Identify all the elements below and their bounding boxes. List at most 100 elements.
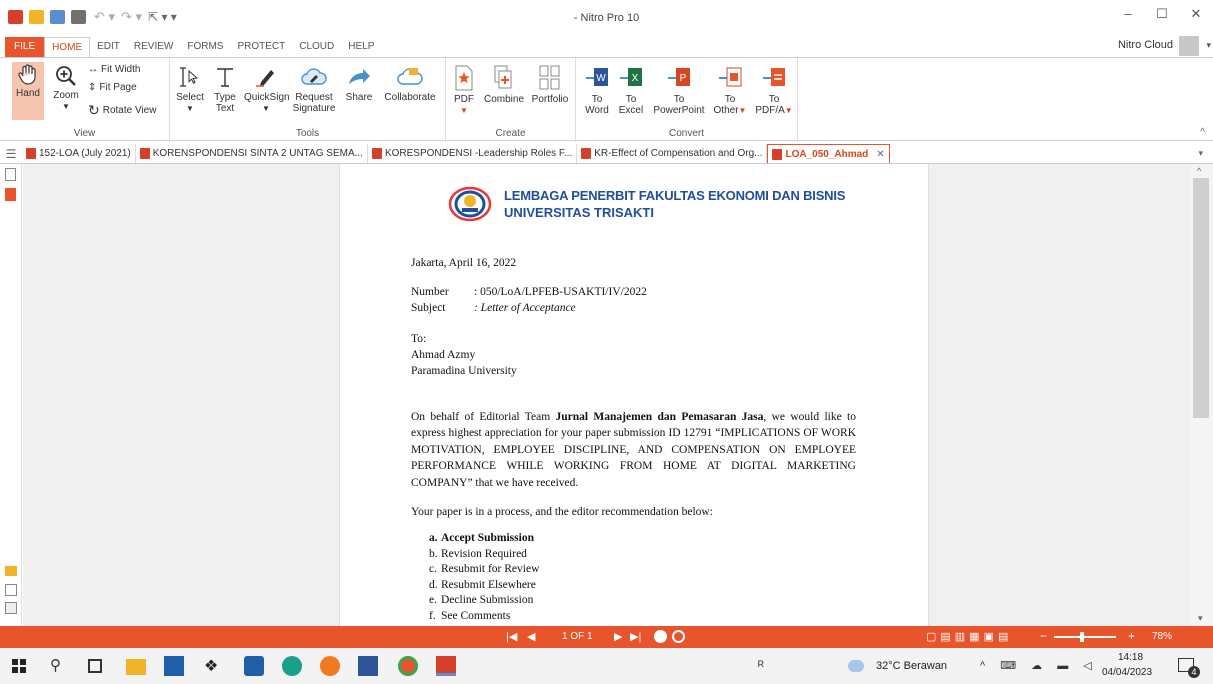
tab-file[interactable]: FILE — [5, 37, 45, 57]
window-controls: – ☐ ✕ — [1111, 6, 1213, 22]
search-icon[interactable]: ⚲ — [50, 656, 70, 676]
tabs-overflow-icon[interactable]: ▾ — [1198, 148, 1203, 159]
close-button[interactable]: ✕ — [1179, 6, 1213, 22]
weather-text[interactable]: 32°C Berawan — [876, 660, 947, 672]
people-icon[interactable]: ᴿ — [758, 658, 764, 673]
share-button[interactable]: Share — [342, 64, 376, 103]
to-other-button[interactable]: To Other▼ — [710, 64, 750, 116]
view-mode-icons[interactable]: ▢▤▥▦▣▤ — [926, 630, 1012, 643]
zoom-in-icon[interactable]: + — [1128, 629, 1135, 643]
page-indicator[interactable]: 1 OF 1 — [562, 631, 593, 642]
quicksign-button[interactable]: QuickSign ▼ — [244, 64, 290, 114]
zoom-slider[interactable] — [1054, 636, 1116, 638]
to-excel-label-1: To — [625, 94, 637, 105]
scroll-thumb[interactable] — [1193, 178, 1209, 418]
request-signature-button[interactable]: Request Signature — [290, 64, 338, 114]
nitro-cloud-account[interactable]: Nitro Cloud — [1118, 39, 1173, 51]
select-button[interactable]: Select ▼ — [172, 64, 208, 114]
to-other-label-2: Other — [713, 105, 739, 116]
list-mark: b. — [429, 547, 438, 560]
document-list-icon[interactable]: ☰ — [0, 147, 22, 161]
tab-label: KR-Effect of Compensation and Org... — [594, 148, 763, 159]
fit-width-button[interactable]: ↔ Fit Width — [88, 64, 140, 75]
collapse-ribbon-icon[interactable]: ^ — [1200, 127, 1205, 138]
scroll-down-icon[interactable]: ▾ — [1198, 613, 1203, 624]
pdf-button[interactable]: PDF ▼ — [452, 64, 476, 116]
last-page-icon[interactable]: ▶| — [630, 630, 641, 643]
body-prefix: On behalf of Editorial Team — [411, 411, 556, 423]
tab-label: LOA_050_Ahmad — [785, 148, 869, 160]
fit-width-icon: ↔ — [88, 64, 98, 75]
zoom-out-icon[interactable]: − — [1040, 629, 1047, 643]
document-tab[interactable]: KR-Effect of Compensation and Org... — [577, 144, 768, 163]
output-icon[interactable] — [5, 602, 17, 614]
to-excel-button[interactable]: X To Excel — [616, 64, 646, 116]
next-page-icon[interactable]: ▶ — [614, 630, 622, 643]
svg-text:W: W — [596, 73, 606, 84]
prev-page-icon[interactable]: ◀ — [527, 630, 535, 643]
recipient-name: Ahmad Azmy — [411, 349, 476, 361]
vertical-scrollbar[interactable]: ^ ▾ — [1191, 164, 1213, 626]
tab-home[interactable]: HOME — [44, 36, 91, 58]
to-word-button[interactable]: W To Word — [582, 64, 612, 116]
rotate-label: Rotate View — [102, 105, 157, 116]
zoom-button[interactable]: Zoom ▼ — [50, 64, 82, 112]
word-app-icon[interactable] — [358, 656, 378, 676]
rotate-view-button[interactable]: ↻ Rotate View — [88, 102, 156, 119]
close-tab-icon[interactable]: ✕ — [876, 149, 884, 160]
attachments-icon[interactable] — [5, 584, 17, 596]
dropbox-icon[interactable]: ❖ — [204, 656, 224, 676]
comments-icon[interactable] — [5, 566, 17, 576]
document-viewer[interactable]: LEMBAGA PENERBIT FAKULTAS EKONOMI DAN BI… — [23, 164, 1191, 626]
tab-protect[interactable]: PROTECT — [230, 37, 292, 57]
document-tab[interactable]: 152-LOA (July 2021) — [22, 144, 136, 163]
forward-icon[interactable] — [672, 630, 685, 643]
avatar[interactable] — [1179, 36, 1199, 56]
to-powerpoint-button[interactable]: P To PowerPoint — [650, 64, 708, 116]
hand-button[interactable]: Hand — [12, 62, 44, 120]
collaborate-button[interactable]: Collaborate — [380, 64, 440, 103]
clock-time[interactable]: 14:18 — [1118, 652, 1143, 663]
document-tab[interactable]: KORESPONDENSI -Leadership Roles F... — [368, 144, 578, 163]
page-thumbnails-icon[interactable] — [5, 168, 16, 181]
portfolio-button[interactable]: Portfolio — [528, 64, 572, 105]
maximize-button[interactable]: ☐ — [1145, 6, 1179, 22]
hand-label: Hand — [16, 88, 40, 99]
combine-button[interactable]: Combine — [482, 64, 526, 105]
zoom-icon — [56, 66, 76, 86]
bookmarks-icon[interactable] — [5, 188, 16, 201]
type-text-button[interactable]: Type Text — [210, 64, 240, 114]
fit-page-button[interactable]: ⇕ Fit Page — [88, 82, 137, 93]
other-format-icon — [719, 67, 742, 87]
windows-start-icon[interactable] — [12, 659, 26, 673]
chrome-icon[interactable] — [398, 656, 418, 676]
firefox-icon[interactable] — [320, 656, 340, 676]
document-tab[interactable]: KORENSPONDENSI SINTA 2 UNTAG SEMA... — [136, 144, 368, 163]
chevron-down-icon[interactable]: ▾ — [1206, 40, 1211, 51]
to-pdfa-label-1: To — [768, 94, 780, 105]
tab-help[interactable]: HELP — [341, 37, 381, 57]
ribbon: Hand Zoom ▼ ↔ Fit Width ⇕ Fit Page ↻ Rotate … — [0, 57, 1213, 142]
scroll-up-icon[interactable]: ^ — [1197, 166, 1201, 176]
tray-icons[interactable]: ^ ⌨ ☁ ▬ ◁ — [980, 659, 1098, 672]
file-explorer-icon[interactable] — [126, 659, 146, 675]
task-view-icon[interactable] — [88, 659, 102, 673]
document-tab-active[interactable]: LOA_050_Ahmad ✕ — [767, 144, 890, 163]
create-group: PDF ▼ Combine Portfolio Create — [446, 58, 576, 142]
first-page-icon[interactable]: |◀ — [506, 630, 517, 643]
zoom-slider-handle[interactable] — [1080, 632, 1084, 642]
tab-review[interactable]: REVIEW — [127, 37, 180, 57]
minimize-button[interactable]: – — [1111, 6, 1145, 22]
mail-icon[interactable] — [244, 656, 264, 676]
tab-cloud[interactable]: CLOUD — [292, 37, 341, 57]
to-pdfa-button[interactable]: To PDF/A▼ — [752, 64, 796, 116]
back-icon[interactable] — [654, 630, 667, 643]
tab-forms[interactable]: FORMS — [180, 37, 230, 57]
nitro-app-icon[interactable] — [436, 656, 456, 676]
edge-browser-icon[interactable] — [282, 656, 302, 676]
list-mark: e. — [429, 594, 437, 607]
share-arrow-icon — [349, 69, 370, 84]
clock-date[interactable]: 04/04/2023 — [1102, 667, 1152, 678]
tab-edit[interactable]: EDIT — [90, 37, 127, 57]
store-app-icon[interactable] — [164, 656, 184, 676]
